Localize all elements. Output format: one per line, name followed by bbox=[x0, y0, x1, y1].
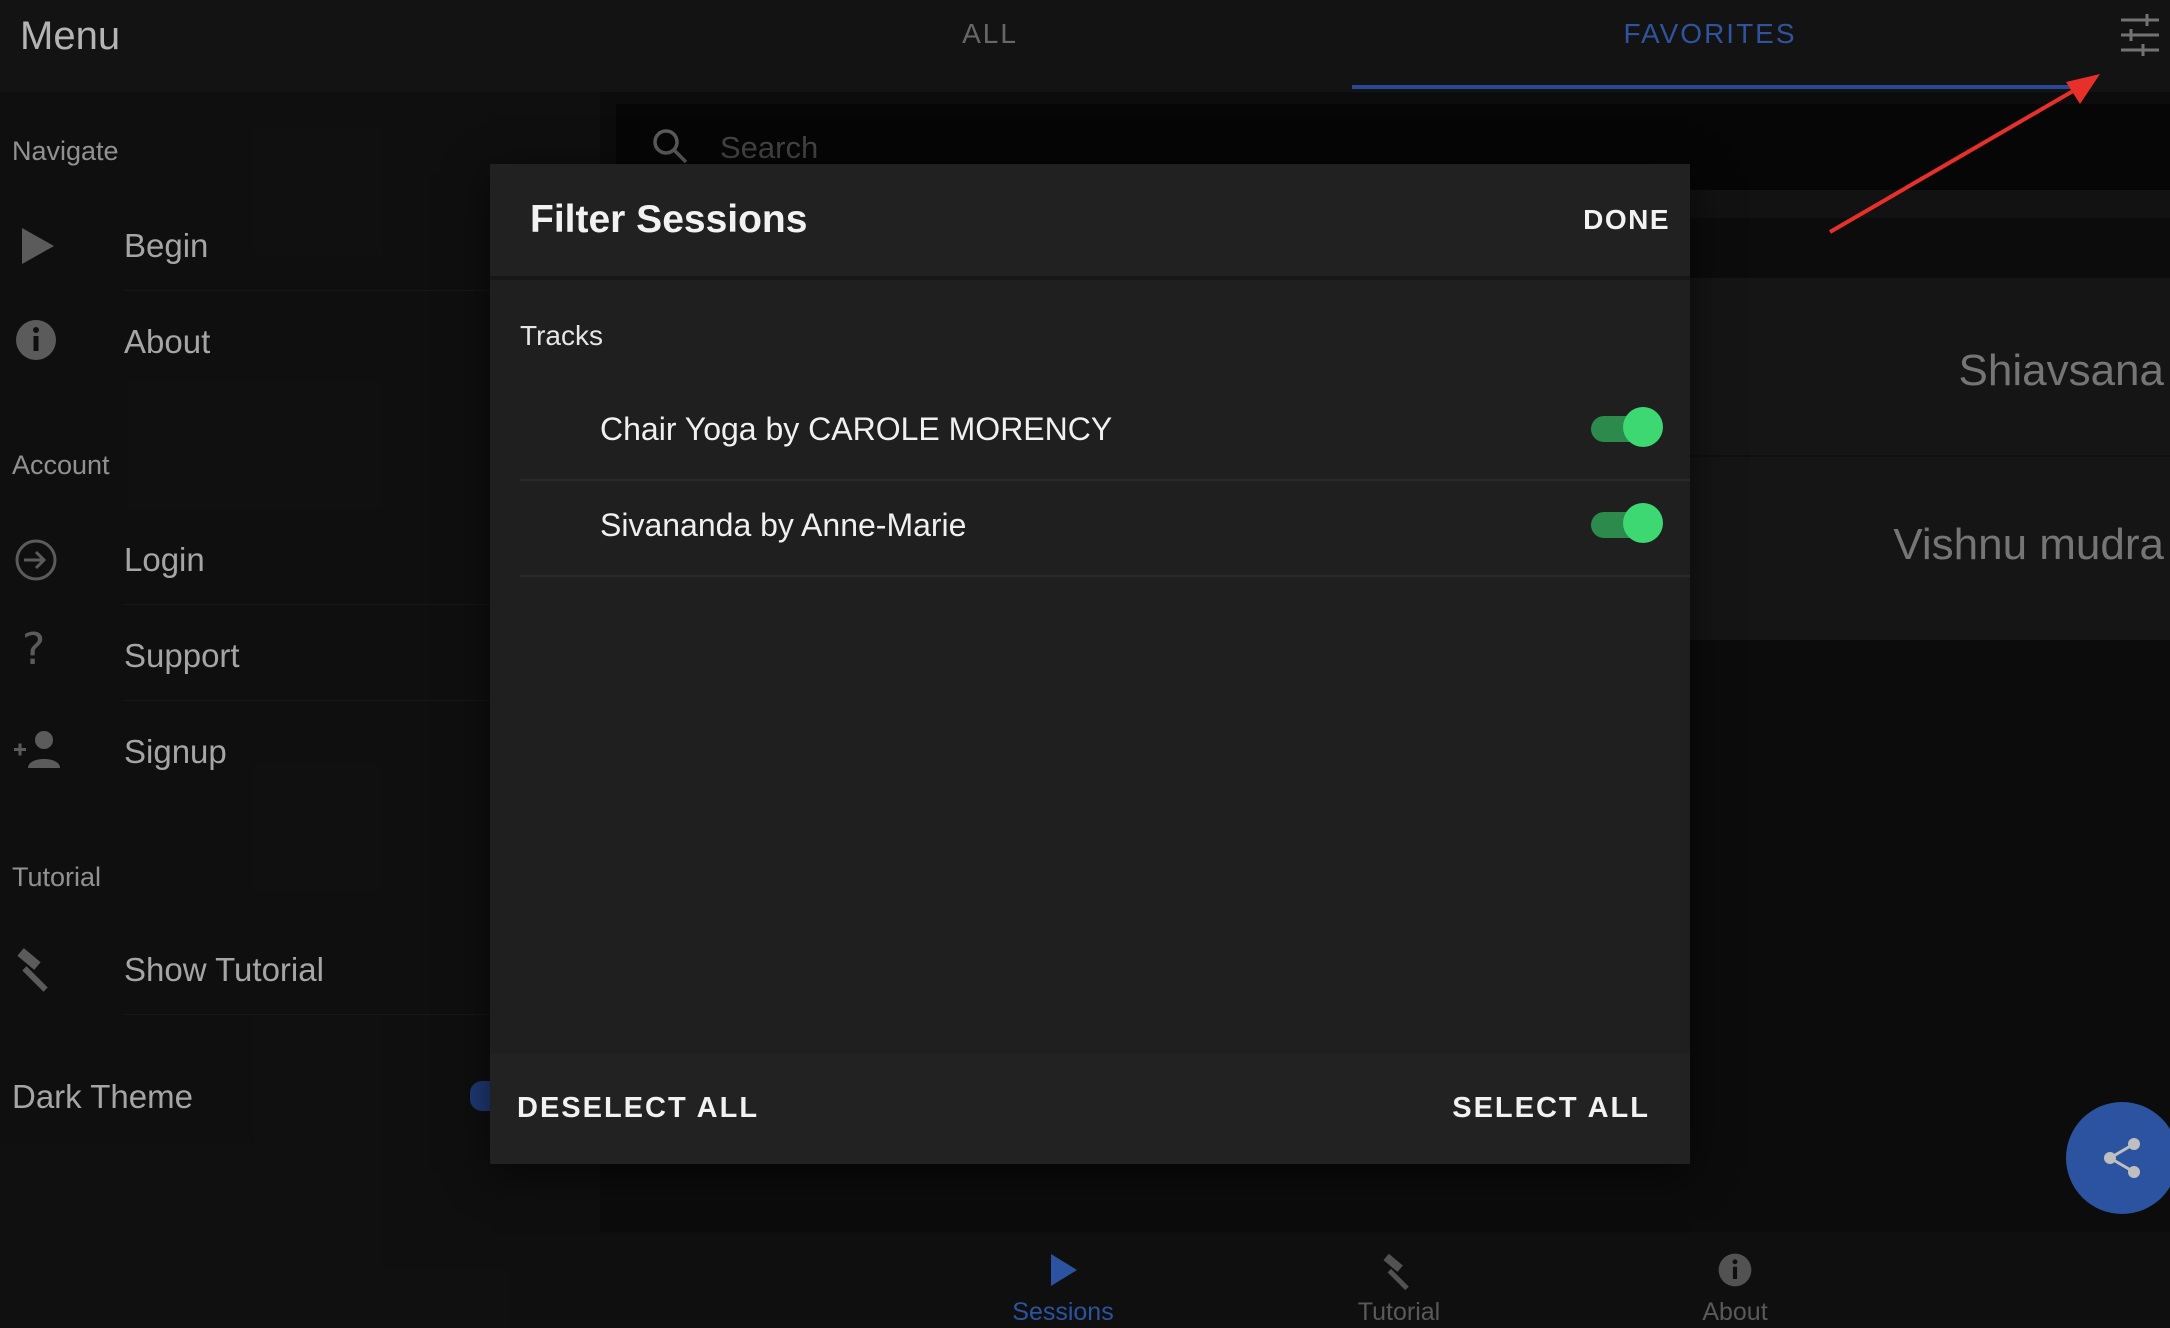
modal-title: Filter Sessions bbox=[530, 198, 808, 241]
toggle-knob bbox=[1623, 503, 1663, 543]
tracks-section-label: Tracks bbox=[520, 320, 603, 351]
track-toggle[interactable] bbox=[1591, 407, 1665, 447]
track-row: Sivananda by Anne-Marie bbox=[520, 479, 1690, 577]
track-label: Sivananda by Anne-Marie bbox=[600, 507, 967, 543]
track-row: Chair Yoga by CAROLE MORENCY bbox=[520, 383, 1690, 481]
track-toggle[interactable] bbox=[1591, 503, 1665, 543]
done-button[interactable]: DONE bbox=[1550, 204, 1670, 236]
select-all-button[interactable]: SELECT ALL bbox=[1450, 1092, 1650, 1125]
annotation-arrow bbox=[1828, 74, 2100, 234]
track-label: Chair Yoga by CAROLE MORENCY bbox=[600, 411, 1113, 447]
filter-sessions-modal: Filter Sessions DONE Tracks Chair Yoga b… bbox=[490, 164, 1690, 1164]
deselect-all-button[interactable]: DESELECT ALL bbox=[517, 1092, 759, 1125]
toggle-knob bbox=[1623, 407, 1663, 447]
